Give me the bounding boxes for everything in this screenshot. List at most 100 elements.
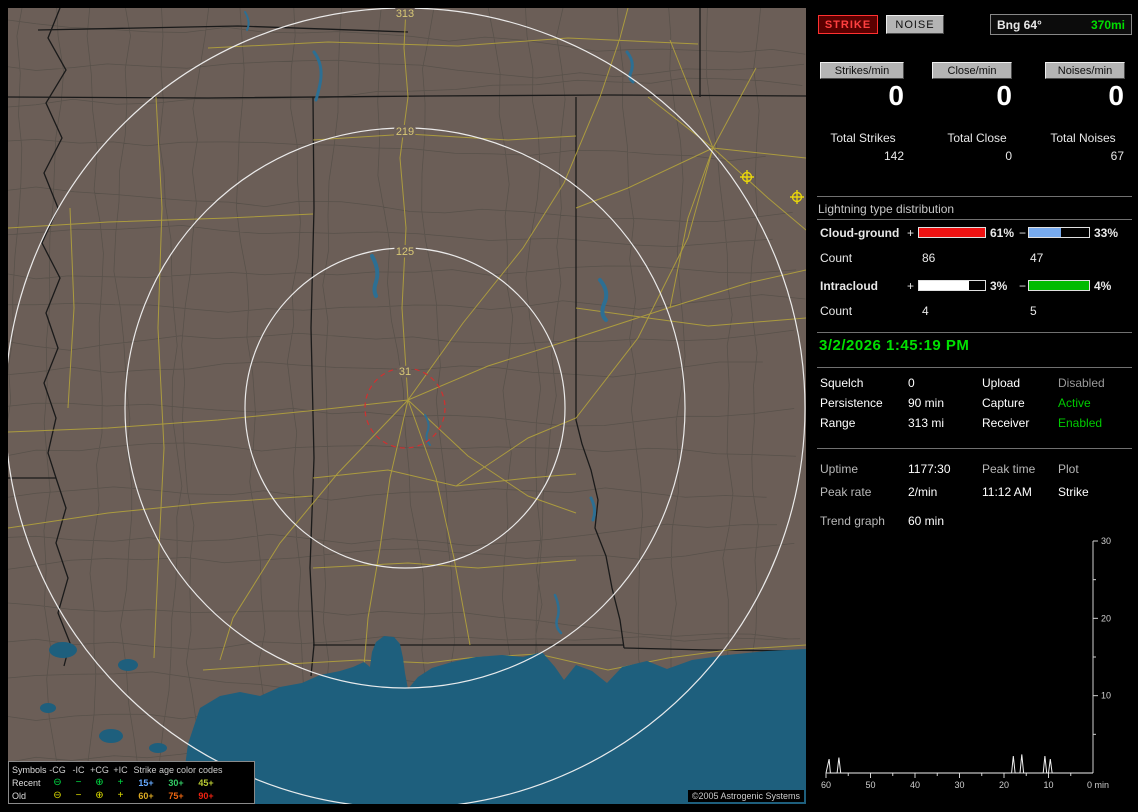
plot-value: Strike [1058,485,1089,499]
trend-graph-row: Trend graph 60 min [812,514,1138,530]
noises-per-min-button[interactable]: Noises/min [1045,62,1125,79]
neg-cg-recent-icon: ⊖ [53,776,62,788]
control-panel: STRIKE NOISE Bng 64° 370mi Strikes/min C… [812,0,1138,812]
trend-graph-label: Trend graph [820,514,885,528]
lightning-map[interactable]: 313 219 125 31 Symbols -CG -IC +CG +IC S… [8,8,806,804]
svg-text:50: 50 [865,780,875,790]
close-per-min-value: 0 [996,80,1012,111]
cg-positive-bar [918,227,986,238]
peak-time-value: 11:12 AM [982,485,1032,499]
capture-status: Active [1058,396,1091,410]
strikes-per-min-value: 0 [888,80,904,111]
uptime-value: 1177:30 [908,462,951,476]
range-label: Range [820,416,856,430]
legend-age-header: Strike age color codes [133,764,223,775]
divider [817,332,1132,333]
peak-rate-value: 2/min [908,485,938,499]
squelch-value: 0 [908,376,915,390]
plus-sign: + [907,279,915,293]
trend-graph: 10 20 30 60 50 40 30 20 10 0 min [821,536,1111,790]
receiver-status: Enabled [1058,416,1103,430]
persistence-label: Persistence [820,396,883,410]
pos-cg-recent-icon: ⊕ [95,776,104,788]
legend-recent-row: Recent ⊖ − ⊕ + 15+ 30+ 45+ [9,776,254,789]
svg-text:10: 10 [1101,691,1111,701]
noise-button[interactable]: NOISE [886,15,944,34]
pos-ic-old-icon: + [117,789,124,801]
pos-ic-recent-icon: + [117,776,124,788]
status-row: Persistence 90 min Capture Active [812,396,1138,412]
intracloud-row: Intracloud + 3% − 4% [812,279,1138,293]
squelch-label: Squelch [820,376,864,390]
close-per-min-button[interactable]: Close/min [932,62,1012,79]
minus-sign: − [1019,226,1027,240]
legend-col-neg-cg: -CG [49,764,66,775]
trend-window-value: 60 min [908,514,945,528]
ic-negative-bar [1028,280,1090,291]
ring-label-313: 313 [396,8,414,20]
receiver-label: Receiver [982,416,1030,430]
bearing-display: Bng 64° 370mi [990,14,1132,35]
peak-time-label: Peak time [982,462,1036,476]
svg-text:20: 20 [999,780,1009,790]
cg-positive-pct: 61% [990,226,1015,240]
total-noises-value: 67 [1110,149,1124,163]
distribution-title: Lightning type distribution [818,202,955,216]
ic-positive-pct: 3% [990,279,1008,293]
cg-negative-bar [1028,227,1090,238]
cg-negative-pct: 33% [1094,226,1119,240]
minus-sign: − [1019,279,1027,293]
svg-text:40: 40 [910,780,920,790]
noises-per-min-value: 0 [1108,80,1124,111]
legend-old-label: Old [12,790,27,801]
svg-text:10: 10 [1043,780,1053,790]
map-legend: Symbols -CG -IC +CG +IC Strike age color… [8,761,255,804]
strike-button[interactable]: STRIKE [818,15,878,34]
total-strikes-value: 142 [883,149,904,163]
ic-positive-bar [918,280,986,291]
bearing-value: Bng 64° [997,17,1042,32]
persistence-value: 90 min [908,396,945,410]
total-close-label: Total Close [947,131,1007,145]
ic-negative-pct: 4% [1094,279,1112,293]
age-60: 60+ [138,790,154,801]
legend-recent-label: Recent [12,777,41,788]
copyright: ©2005 Astrogenic Systems [687,790,804,802]
intracloud-label: Intracloud [820,279,879,293]
legend-col-neg-ic: -IC [72,764,85,775]
cloud-ground-count-row: Count 86 47 [812,251,1138,265]
strikes-per-min-button[interactable]: Strikes/min [820,62,904,79]
total-noises-label: Total Noises [1050,131,1116,145]
intracloud-count-row: Count 4 5 [812,304,1138,318]
neg-ic-recent-icon: − [75,776,82,788]
pos-cg-old-icon: ⊕ [95,789,104,801]
divider [817,219,1132,220]
plot-label: Plot [1058,462,1079,476]
svg-text:20: 20 [1101,613,1111,623]
plus-sign: + [907,226,915,240]
cg-positive-count: 86 [922,251,936,265]
svg-text:0 min: 0 min [1087,780,1109,790]
ring-label-31: 31 [399,366,411,378]
age-45: 45+ [198,777,214,788]
ic-positive-count: 4 [922,304,929,318]
ic-negative-count: 5 [1030,304,1037,318]
neg-cg-old-icon: ⊖ [53,789,62,801]
divider [817,367,1132,368]
svg-text:60: 60 [821,780,831,790]
count-label: Count [820,304,853,318]
age-75: 75+ [168,790,184,801]
capture-label: Capture [982,396,1025,410]
map-canvas: 313 219 125 31 [8,8,806,804]
upload-label: Upload [982,376,1021,390]
datetime-display: 3/2/2026 1:45:19 PM [819,337,970,354]
status-row: Squelch 0 Upload Disabled [812,376,1138,392]
bearing-distance: 370mi [1090,17,1125,32]
age-15: 15+ [138,777,154,788]
neg-ic-old-icon: − [75,789,82,801]
ring-label-219: 219 [396,126,414,138]
peak-rate-label: Peak rate [820,485,872,499]
divider [817,448,1132,449]
legend-old-row: Old ⊖ − ⊕ + 60+ 75+ 90+ [9,789,254,802]
status-row: Range 313 mi Receiver Enabled [812,416,1138,432]
